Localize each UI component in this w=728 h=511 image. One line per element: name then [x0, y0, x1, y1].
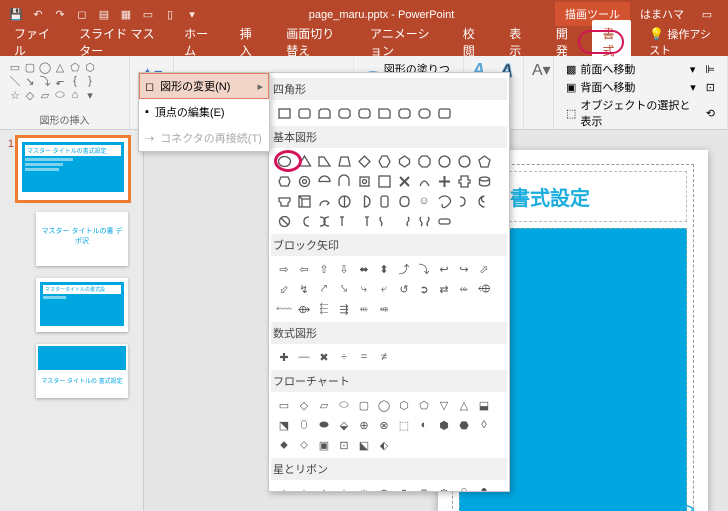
slide-thumbnail-2[interactable]: マスター タイトルの書 デポ沢 — [36, 212, 128, 266]
gallery-basic-grid[interactable]: ☺ — [275, 150, 503, 232]
gallery-header-basic: 基本図形 — [271, 126, 507, 148]
gallery-header-stars: 星とリボン — [271, 458, 507, 480]
menu-change-shape[interactable]: ◻ 図形の変更(N) ▸ — [139, 73, 269, 99]
user-name[interactable]: はまハマ — [640, 6, 684, 22]
gallery-header-rect: 四角形 — [271, 78, 507, 100]
slide-thumbnail-4[interactable]: マスター タイトルの 書式設定 — [36, 344, 128, 398]
undo-icon[interactable]: ↶ — [28, 4, 48, 24]
slide-thumbnail-3[interactable]: マスタータイトルの書式設 — [36, 278, 128, 332]
gallery-flowchart-grid[interactable]: ▭◇▱⬭▢◯⬡⬠▽△⬓⬔ ⬯⬬⬙⊕⊗⬚◐⬢⬣◊⬥⬦ ▣⊡⬕⬖ — [275, 394, 503, 456]
menu-reconnect: ⇢ コネクタの再接続(T) — [139, 125, 269, 151]
gallery-header-arrows: ブロック矢印 — [271, 234, 507, 256]
save-icon[interactable]: 💾 — [6, 4, 26, 24]
window-title: page_maru.pptx - PowerPoint — [208, 7, 555, 21]
qat-icon[interactable]: ▯ — [160, 4, 180, 24]
qat-icon[interactable]: ▭ — [138, 4, 158, 24]
submenu-arrow-icon: ▸ — [257, 80, 263, 93]
ribbon-tabs: ファイル スライド マスター ホーム 挿入 画面切り替え アニメーション 校閲 … — [0, 28, 728, 56]
edit-points-icon: ▪ — [145, 106, 149, 118]
qat-icon[interactable]: ▤ — [94, 4, 114, 24]
change-shape-icon: ◻ — [145, 80, 154, 93]
send-backward-button[interactable]: ▣背面へ移動▾⊡ — [562, 78, 719, 96]
slide-thumbnail-1[interactable]: マスター タイトルの書式設定 — [18, 138, 128, 200]
gallery-header-flowchart: フローチャート — [271, 370, 507, 392]
qat-dropdown-icon[interactable]: ▾ — [182, 4, 202, 24]
connector-icon: ⇢ — [145, 132, 154, 145]
gallery-rect-grid[interactable] — [275, 102, 503, 124]
gallery-header-equation: 数式図形 — [271, 322, 507, 344]
selection-pane-button[interactable]: ⬚オブジェクトの選択と表示⟲ — [562, 96, 719, 130]
redo-icon[interactable]: ↷ — [50, 4, 70, 24]
qat-icon[interactable]: ▦ — [116, 4, 136, 24]
edit-shape-menu: ◻ 図形の変更(N) ▸ ▪ 頂点の編集(E) ⇢ コネクタの再接続(T) — [138, 72, 270, 152]
shape-gallery: 四角形 基本図形 ☺ ブロック矢印 ⇨⇦⇧⇩⬌⬍⤴⤵↩↪⬀⬃ ↯⤤⤥⤷⤶↺➲⇄⬰… — [268, 72, 510, 492]
gallery-stars-grid[interactable]: ✦✧★✶✷✸✹✺❋⬯⬮⬬ ⎃⎂⬰⬲ — [275, 482, 503, 492]
qat-icon[interactable]: ◻ — [72, 4, 92, 24]
thumbnail-panel[interactable]: 1 マスター タイトルの書式設定 マスター タイトルの書 デポ沢 マスタータイト… — [0, 130, 144, 511]
bring-forward-button[interactable]: ▩前面へ移動▾⊫ — [562, 60, 719, 78]
gallery-arrows-grid[interactable]: ⇨⇦⇧⇩⬌⬍⤴⤵↩↪⬀⬃ ↯⤤⤥⤷⤶↺➲⇄⬰⬲⬳⟴ ⬱⇶⬴⬵ — [275, 258, 503, 320]
group-label-insert-shapes: 図形の挿入 — [8, 112, 121, 127]
gallery-equation-grid[interactable]: ✚—✖÷=≠ — [275, 346, 503, 368]
menu-edit-points[interactable]: ▪ 頂点の編集(E) — [139, 99, 269, 125]
